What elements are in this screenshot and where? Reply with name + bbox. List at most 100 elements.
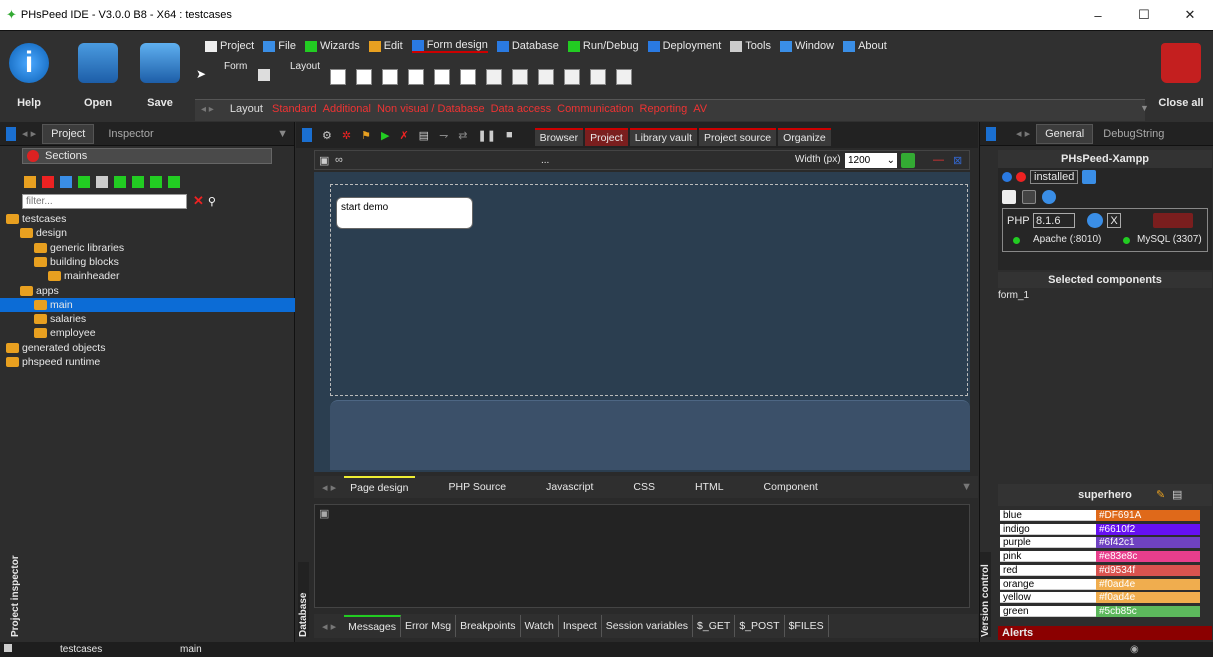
- minus-icon[interactable]: —: [933, 154, 944, 166]
- tab-av[interactable]: AV: [690, 100, 710, 118]
- run-icon[interactable]: ✲: [342, 129, 351, 142]
- right-pin-icon[interactable]: [986, 126, 996, 141]
- menu-deployment[interactable]: Deployment: [647, 40, 721, 52]
- link-icon[interactable]: ∞: [335, 154, 343, 166]
- tree-item[interactable]: building blocks: [0, 255, 119, 269]
- refresh-icon[interactable]: [901, 153, 915, 168]
- editor-tab-html[interactable]: HTML: [689, 476, 730, 498]
- tree-item[interactable]: main: [0, 297, 295, 312]
- form-icon[interactable]: ▣: [319, 154, 329, 167]
- tab-inspector[interactable]: Inspector: [100, 125, 161, 143]
- tree-tool-icon[interactable]: [96, 176, 108, 188]
- grid-icon[interactable]: [1022, 190, 1036, 204]
- view-tab-organize[interactable]: Organize: [778, 128, 831, 146]
- menu-about[interactable]: About: [843, 40, 887, 52]
- color-row[interactable]: blue #DF691A: [1000, 510, 1200, 521]
- tree-item[interactable]: apps: [0, 284, 59, 298]
- layout-option-icon[interactable]: [564, 69, 580, 85]
- page-icon[interactable]: [1002, 190, 1016, 204]
- edit-theme-icon[interactable]: ✎: [1156, 488, 1165, 501]
- tab-reporting[interactable]: Reporting: [637, 100, 691, 118]
- save-button[interactable]: Save: [137, 37, 183, 123]
- tree-tool-icon[interactable]: [24, 176, 36, 188]
- tree-item[interactable]: design: [0, 226, 67, 240]
- tab-non-visual-database[interactable]: Non visual / Database: [374, 100, 488, 118]
- layout-option-icon[interactable]: [512, 69, 528, 85]
- php-config-icon[interactable]: [1153, 213, 1193, 228]
- tree-item[interactable]: phspeed runtime: [0, 355, 100, 369]
- menu-run-debug[interactable]: Run/Debug: [567, 40, 639, 52]
- bottom-tab-messages[interactable]: Messages: [344, 615, 401, 637]
- width-select[interactable]: 1200 ⌄: [845, 153, 897, 168]
- layout-option-icon[interactable]: [460, 69, 476, 85]
- stop-icon[interactable]: ■: [506, 129, 513, 141]
- selected-item[interactable]: form_1: [998, 290, 1029, 301]
- close-button[interactable]: ✕: [1167, 0, 1213, 30]
- view-tab-project-source[interactable]: Project source: [699, 128, 777, 146]
- alerts-bar[interactable]: Alerts: [998, 626, 1212, 640]
- tab-additional[interactable]: Additional: [320, 100, 374, 118]
- tabs-scroll-arrows[interactable]: ◂ ▸: [201, 104, 214, 115]
- play-icon[interactable]: ▶: [381, 129, 389, 142]
- open-button[interactable]: Open: [75, 37, 121, 123]
- view-tab-project[interactable]: Project: [585, 128, 628, 146]
- tab-layout[interactable]: Layout: [227, 100, 266, 118]
- bottom-tab-session-variables[interactable]: Session variables: [602, 615, 694, 637]
- menu-edit[interactable]: Edit: [368, 40, 403, 52]
- layout-option-icon[interactable]: [486, 69, 502, 85]
- tree-item[interactable]: mainheader: [0, 269, 119, 283]
- menu-file[interactable]: File: [263, 40, 296, 52]
- database-vtab[interactable]: Database: [298, 562, 309, 637]
- color-row[interactable]: indigo #6610f2: [1000, 523, 1200, 535]
- tree-item[interactable]: generic libraries: [0, 241, 124, 255]
- close-all-button[interactable]: Close all: [1155, 37, 1207, 123]
- step-into-icon[interactable]: ⇄: [458, 129, 467, 142]
- editor-tab-css[interactable]: CSS: [627, 476, 661, 498]
- pause-icon[interactable]: ❚❚: [478, 129, 496, 142]
- editor-tab-php-source[interactable]: PHP Source: [443, 476, 513, 498]
- tree-item[interactable]: employee: [0, 326, 96, 340]
- tab-communication[interactable]: Communication: [554, 100, 636, 118]
- editor-tab-javascript[interactable]: Javascript: [540, 476, 599, 498]
- layout-option-icon[interactable]: [382, 69, 398, 85]
- pointer-icon[interactable]: ➤: [196, 67, 210, 87]
- tree-tool-icon[interactable]: [60, 176, 72, 188]
- help-button[interactable]: i Help: [6, 37, 52, 123]
- panel-dropdown-icon[interactable]: ▼: [277, 128, 288, 140]
- tree-tool-icon[interactable]: [132, 176, 144, 188]
- bottom-tab--get[interactable]: $_GET: [693, 615, 736, 637]
- step-over-icon[interactable]: ⇁: [439, 129, 448, 142]
- tabs-dropdown-icon[interactable]: ▼: [1140, 103, 1149, 113]
- editor-tab-component[interactable]: Component: [758, 476, 824, 498]
- color-row[interactable]: pink #e83e8c: [1000, 551, 1200, 563]
- bottom-tab-watch[interactable]: Watch: [521, 615, 559, 637]
- bottom-tab--files[interactable]: $FILES: [785, 615, 829, 637]
- tree-tool-icon[interactable]: [42, 176, 54, 188]
- menu-wizards[interactable]: Wizards: [304, 40, 360, 52]
- menu-form-design[interactable]: Form design: [411, 39, 488, 53]
- xampp-icon[interactable]: [1082, 170, 1097, 184]
- stopped-icon[interactable]: [1016, 172, 1026, 182]
- editor-dropdown-icon[interactable]: ▼: [961, 481, 972, 493]
- layout-option-icon[interactable]: [616, 69, 632, 85]
- tree-item[interactable]: generated objects: [0, 341, 105, 355]
- view-tab-library-vault[interactable]: Library vault: [629, 128, 697, 146]
- gears-icon[interactable]: ⚙: [322, 129, 332, 142]
- menu-database[interactable]: Database: [496, 40, 559, 52]
- layout-option-icon[interactable]: [434, 69, 450, 85]
- form-icon[interactable]: [258, 69, 270, 81]
- pin-icon[interactable]: [302, 128, 312, 142]
- layout-option-icon[interactable]: [590, 69, 606, 85]
- bottom-tab-inspect[interactable]: Inspect: [559, 615, 602, 637]
- bottom-tab-breakpoints[interactable]: Breakpoints: [456, 615, 521, 637]
- project-inspector-vtab[interactable]: Project inspector: [10, 547, 21, 637]
- php-x-button[interactable]: X: [1107, 213, 1121, 228]
- color-row[interactable]: yellow #f0ad4e: [1000, 592, 1200, 604]
- editor-tab-page-design[interactable]: Page design: [344, 476, 415, 498]
- bottom-scroll-arrows[interactable]: ◂ ▸: [322, 620, 336, 633]
- filter-input[interactable]: [22, 193, 187, 209]
- layout-option-icon[interactable]: [408, 69, 424, 85]
- layout-option-icon[interactable]: [356, 69, 372, 85]
- php-info-icon[interactable]: [1087, 213, 1103, 228]
- menu-project[interactable]: Project: [205, 40, 254, 52]
